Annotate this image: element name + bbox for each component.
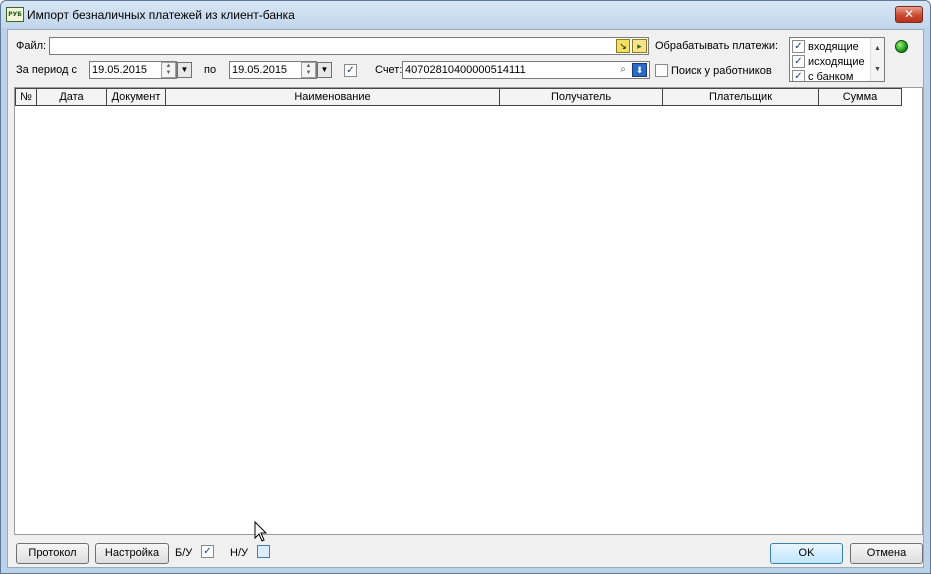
rub-app-icon: РУБ (6, 7, 24, 22)
period-to-dropdown[interactable]: ▼ (317, 62, 332, 78)
status-indicator-icon (895, 40, 908, 53)
col-document[interactable]: Документ (106, 88, 165, 106)
checkbox-incoming[interactable]: ✓ (792, 40, 805, 53)
process-options-list[interactable]: ✓ входящие ✓ исходящие ✓ с банком ▲ ▼ (789, 37, 885, 82)
folder-icon[interactable]: ▸ (632, 39, 647, 53)
search-icon[interactable]: ⌕ (616, 63, 630, 77)
col-date[interactable]: Дата (36, 88, 106, 106)
process-option-incoming[interactable]: ✓ входящие (792, 40, 859, 54)
scroll-down-icon[interactable]: ▼ (871, 59, 884, 80)
period-enabled-checkbox[interactable]: ✓ (344, 64, 357, 77)
spin-down-icon[interactable]: ▼ (162, 70, 175, 77)
settings-button[interactable]: Настройка (95, 543, 169, 564)
list-scrollbar[interactable]: ▲ ▼ (870, 38, 884, 81)
protocol-button[interactable]: Протокол (16, 543, 89, 564)
spin-up-icon[interactable]: ▲ (162, 63, 175, 70)
grid-header: № Дата Документ Наименование Получатель … (15, 88, 902, 106)
ok-button[interactable]: OK (770, 543, 843, 564)
col-recipient[interactable]: Получатель (499, 88, 662, 106)
bu-label: Б/У (175, 547, 193, 559)
search-employees-checkbox[interactable] (655, 64, 668, 77)
period-to-label: по (204, 64, 217, 76)
close-button[interactable]: ✕ (895, 6, 923, 23)
file-label: Файл: (16, 40, 47, 52)
title-bar[interactable]: РУБ Импорт безналичных платежей из клиен… (1, 1, 930, 28)
file-input[interactable] (49, 37, 649, 55)
import-window: РУБ Импорт безналичных платежей из клиен… (0, 0, 931, 574)
checkbox-bank[interactable]: ✓ (792, 70, 805, 81)
period-to-spinner[interactable]: ▲ ▼ (301, 62, 316, 78)
nu-checkbox[interactable] (257, 545, 270, 558)
col-payer[interactable]: Плательщик (662, 88, 818, 106)
process-option-outgoing[interactable]: ✓ исходящие (792, 55, 865, 69)
col-name[interactable]: Наименование (165, 88, 499, 106)
col-amount[interactable]: Сумма (818, 88, 902, 106)
account-field[interactable]: 40702810400000514111 (402, 61, 650, 79)
col-number[interactable]: № (15, 88, 36, 106)
scroll-up-icon[interactable]: ▲ (871, 38, 884, 59)
search-employees-label: Поиск у работников (671, 65, 772, 77)
period-from-dropdown[interactable]: ▼ (177, 62, 192, 78)
process-option-bank[interactable]: ✓ с банком (792, 70, 853, 81)
process-label: Обрабатывать платежи: (655, 40, 779, 52)
file-open-icon[interactable]: ↘ (616, 39, 630, 53)
client-area: Файл: ↘ ▸ Обрабатывать платежи: ✓ входящи… (7, 29, 924, 568)
mouse-cursor-icon (254, 521, 268, 542)
spin-down-icon[interactable]: ▼ (302, 70, 315, 77)
download-arrow-icon[interactable]: ⬇ (632, 63, 647, 77)
cancel-button[interactable]: Отмена (850, 543, 923, 564)
period-from-spinner[interactable]: ▲ ▼ (161, 62, 176, 78)
spin-up-icon[interactable]: ▲ (302, 63, 315, 70)
nu-label: Н/У (230, 547, 248, 559)
bu-checkbox[interactable]: ✓ (201, 545, 214, 558)
account-label: Счет: (375, 64, 403, 76)
period-from-label: За период с (16, 64, 78, 76)
payments-grid[interactable]: № Дата Документ Наименование Получатель … (14, 87, 923, 535)
checkbox-outgoing[interactable]: ✓ (792, 55, 805, 68)
window-title: Импорт безналичных платежей из клиент-ба… (27, 8, 295, 22)
